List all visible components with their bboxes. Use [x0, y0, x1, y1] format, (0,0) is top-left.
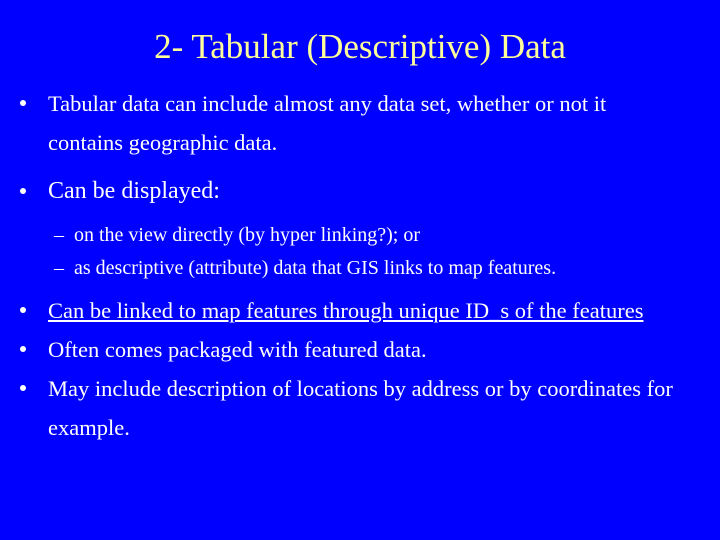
list-item-label: Can be displayed:: [48, 178, 220, 204]
list-item[interactable]: Can be linked to map features through un…: [0, 291, 720, 330]
list-item-label: May include description of locations by …: [48, 376, 673, 440]
slide-body: Tabular data can include almost any data…: [0, 84, 720, 447]
page-title: 2- Tabular (Descriptive) Data: [154, 27, 566, 66]
list-item[interactable]: Can be displayed:: [0, 172, 720, 211]
sub-list-item[interactable]: – on the view directly (by hyper linking…: [0, 219, 720, 252]
bullet-dot-icon: [14, 369, 48, 408]
bullet-dot-icon: [14, 84, 48, 123]
slide: 2- Tabular (Descriptive) Data Tabular da…: [0, 0, 720, 540]
list-item[interactable]: May include description of locations by …: [0, 369, 720, 447]
dash-icon: –: [54, 257, 64, 279]
dash-icon: –: [54, 224, 64, 246]
bullet-dot-icon: [14, 330, 48, 369]
sub-list-item-label: on the view directly (by hyper linking?)…: [74, 224, 421, 246]
bullet-dot-icon: [14, 291, 48, 330]
list-item[interactable]: Often comes packaged with featured data.: [0, 330, 720, 369]
list-item-label: Tabular data can include almost any data…: [48, 91, 607, 155]
list-item[interactable]: Tabular data can include almost any data…: [0, 84, 720, 162]
sub-list-item-label: as descriptive (attribute) data that GIS…: [74, 257, 557, 279]
list-item-label: Often comes packaged with featured data.: [48, 337, 427, 362]
list-item-label[interactable]: Can be linked to map features through un…: [48, 291, 720, 330]
bullet-dot-icon: [14, 172, 48, 211]
sub-list-item[interactable]: – as descriptive (attribute) data that G…: [0, 252, 720, 285]
